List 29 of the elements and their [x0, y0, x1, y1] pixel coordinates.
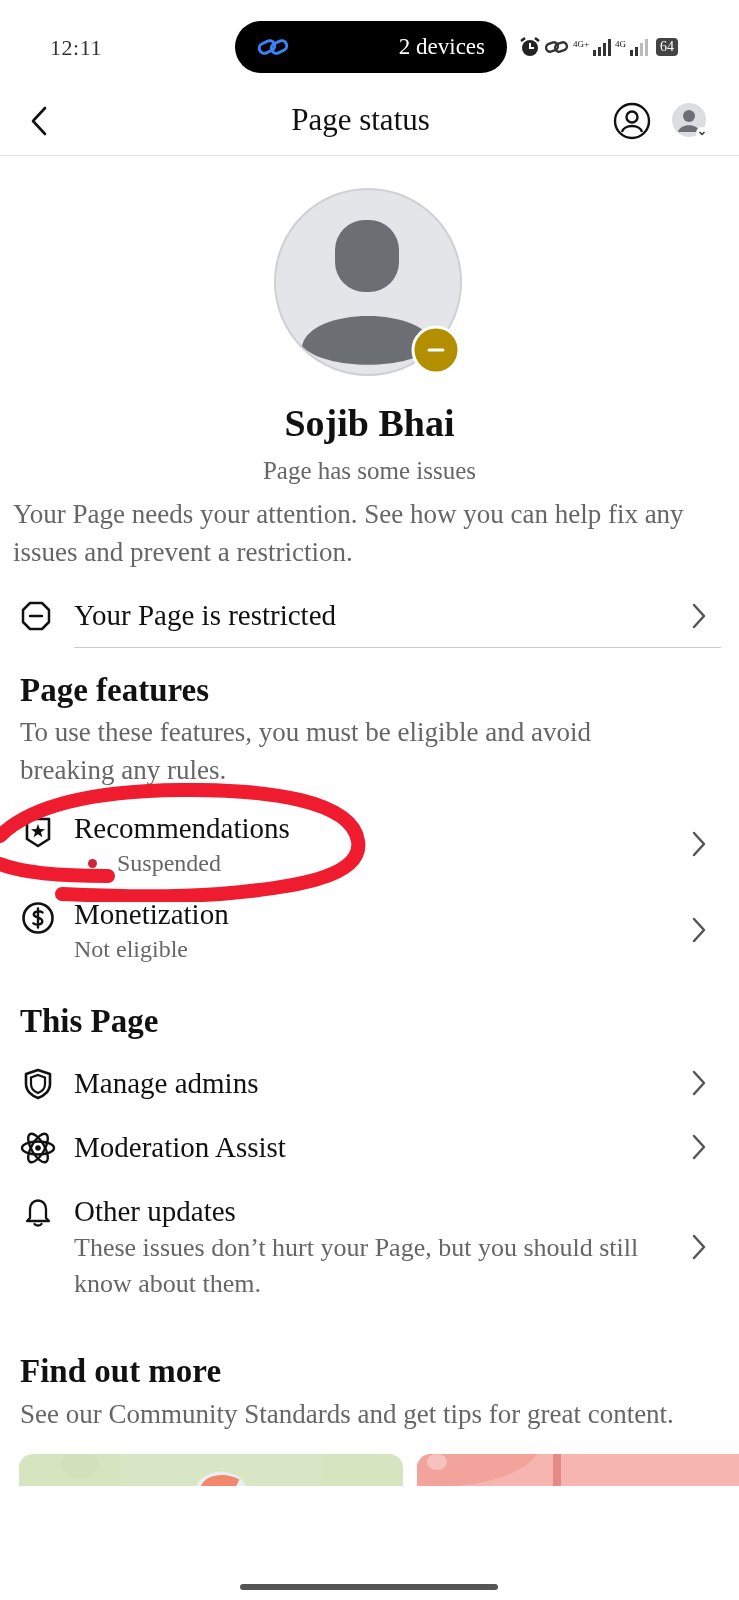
network-label: 4G [615, 40, 627, 49]
devices-label: 2 devices [398, 32, 485, 61]
feature-status: Not eligible [74, 935, 188, 965]
feature-row[interactable]: Recommendations Suspended [0, 801, 739, 888]
page-option-row[interactable]: Manage admins [0, 1050, 739, 1115]
section-description: To use these features, you must be eligible and avoid breaking any rules. [20, 716, 592, 788]
attention-text: Your Page needs your attention. See how you can help fix any issues and prevent a restriction. [12, 498, 685, 569]
option-label: Manage admins [74, 1065, 260, 1101]
option-label: Other updates [74, 1193, 237, 1229]
battery-level: 64 [656, 38, 679, 56]
option-description: These issues don’t hurt your Page, but you should still know about them. [74, 1231, 640, 1300]
clock-time: 12:11 [50, 33, 104, 62]
page-option-row[interactable]: Other updates These issues don’t hurt your Page, but you should still know about them. [0, 1178, 739, 1315]
page-status: Page has some issues [262, 455, 477, 486]
section-heading: This Page [20, 1002, 160, 1042]
section-heading: Page features [20, 671, 211, 710]
section-heading: Find out more [20, 1351, 223, 1391]
feature-label: Recommendations [74, 811, 291, 847]
feature-row[interactable]: Monetization Not eligible [0, 887, 739, 974]
section-description: See our Community Standards and get tips for great content. [20, 1397, 675, 1431]
connection-pill[interactable]: 2 devices [235, 21, 507, 73]
feature-label: Monetization [74, 897, 230, 933]
page-title: Page status [290, 101, 431, 140]
feature-status: Suspended [117, 849, 221, 879]
page-name: Sojib Bhai [284, 401, 455, 446]
option-label: Moderation Assist [74, 1129, 287, 1165]
restriction-row[interactable]: Your Page is restricted [0, 585, 739, 647]
network-label: 4G+ [573, 40, 590, 49]
page-option-row[interactable]: Moderation Assist [0, 1114, 739, 1179]
